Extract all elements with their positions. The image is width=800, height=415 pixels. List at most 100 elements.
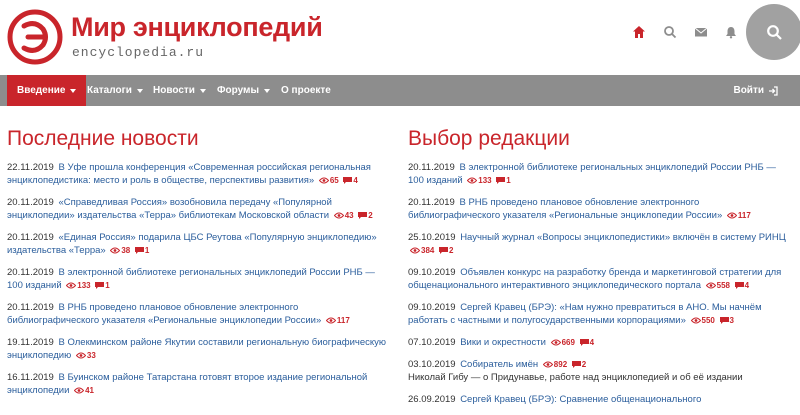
site-header: Мир энциклопедий encyclopedia.ru (0, 0, 800, 75)
news-date: 26.09.2019 (408, 394, 456, 405)
news-item: 20.11.2019 В электронной библиотеке реги… (408, 161, 793, 187)
search-button[interactable] (746, 4, 800, 60)
news-item: 03.10.2019 Собиратель имён 892 2 Николай … (408, 358, 793, 384)
news-link[interactable]: «Справедливая Россия» возобновила переда… (7, 197, 332, 221)
comment-icon (95, 282, 105, 289)
news-link[interactable]: В Олекминском районе Якутии составили ре… (7, 337, 386, 361)
comment-count: 2 (358, 211, 373, 220)
nav-item-label: Каталоги (87, 85, 132, 96)
news-link[interactable]: «Единая Россия» подарила ЦБС Реутова «По… (7, 232, 377, 256)
news-item: 26.09.2019 Сергей Кравец (БРЭ): Сравнени… (408, 393, 793, 406)
news-item: 22.11.2019 В Уфе прошла конференция «Сов… (7, 161, 392, 187)
comment-count: 3 (719, 316, 734, 325)
editors-choice-title: Выбор редакции (408, 127, 570, 150)
view-count: 117 (325, 316, 350, 325)
news-date: 20.11.2019 (7, 197, 54, 208)
view-count: 38 (110, 246, 130, 255)
nav-item-catalogs[interactable]: Каталоги (87, 75, 143, 106)
editors-choice-list: 20.11.2019 В электронной библиотеке реги… (408, 161, 793, 406)
home-icon[interactable] (629, 22, 649, 42)
chevron-down-icon (199, 88, 206, 93)
news-item: 25.10.2019 Научный журнал «Вопросы энцик… (408, 231, 793, 257)
news-date: 07.10.2019 (408, 337, 456, 348)
news-item: 16.11.2019 В Буинском районе Татарстана … (7, 371, 392, 397)
latest-news-title: Последние новости (7, 127, 199, 150)
news-item: 19.11.2019 В Олекминском районе Якутии с… (7, 336, 392, 362)
nav-item-intro[interactable]: Введение (7, 75, 87, 106)
news-item: 09.10.2019 Сергей Кравец (БРЭ): «Нам нуж… (408, 301, 793, 327)
eye-icon (333, 212, 344, 219)
comment-count: 4 (343, 176, 358, 185)
news-item: 09.10.2019 Объявлен конкурс на разработк… (408, 266, 793, 292)
login-icon (769, 85, 778, 96)
login-button[interactable]: Войти (733, 75, 778, 106)
eye-icon (410, 247, 420, 254)
eye-icon (690, 317, 701, 324)
latest-news-section: Последние новости 22.11.2019 В Уфе прошл… (7, 106, 392, 406)
eye-icon (726, 212, 737, 219)
logo-icon[interactable] (7, 9, 63, 65)
view-count: 65 (318, 176, 339, 185)
view-count: 133 (66, 281, 91, 290)
bell-icon[interactable] (721, 22, 741, 42)
eye-icon (542, 361, 553, 368)
news-item: 07.10.2019 Вики и окрестности 669 4 (408, 336, 793, 349)
news-link[interactable]: Научный журнал «Вопросы энциклопедистики… (460, 232, 786, 243)
nav-item-label: Введение (17, 85, 66, 96)
nav-item-forums[interactable]: Форумы (217, 75, 270, 106)
editors-choice-section: Выбор редакции 20.11.2019 В электронной … (408, 106, 793, 415)
news-date: 20.11.2019 (408, 197, 455, 208)
comment-count: 1 (134, 246, 149, 255)
news-date: 09.10.2019 (408, 302, 456, 313)
news-date: 20.11.2019 (7, 232, 54, 243)
news-date: 25.10.2019 (408, 232, 456, 243)
login-label: Войти (733, 85, 764, 96)
news-link[interactable]: Вики и окрестности (460, 337, 546, 348)
comment-icon (134, 247, 144, 254)
news-link[interactable]: Собиратель имён (460, 359, 538, 370)
eye-icon (325, 317, 336, 324)
eye-icon (66, 282, 77, 289)
view-count: 892 (542, 360, 567, 369)
search-icon[interactable] (660, 22, 680, 42)
comment-count: 2 (439, 246, 453, 255)
chevron-down-icon (264, 88, 270, 93)
site-domain: encyclopedia.ru (72, 45, 205, 60)
news-link[interactable]: В Буинском районе Татарстана готовят вто… (7, 372, 367, 396)
nav-item-label: О проекте (281, 85, 331, 96)
comment-icon (719, 317, 729, 324)
view-count: 133 (467, 176, 492, 185)
comment-count: 1 (95, 281, 110, 290)
news-link[interactable]: Сергей Кравец (БРЭ): Сравнение общенацио… (460, 394, 701, 405)
comment-icon (343, 177, 353, 184)
news-item: 20.11.2019 В РНБ проведено плановое обно… (408, 196, 793, 222)
news-link[interactable]: В электронной библиотеке региональных эн… (7, 267, 375, 291)
news-link[interactable]: В РНБ проведено плановое обновление элек… (7, 302, 321, 326)
news-item: 20.11.2019 В РНБ проведено плановое обно… (7, 301, 392, 327)
comment-icon (579, 339, 589, 346)
news-date: 20.11.2019 (7, 267, 54, 278)
latest-news-list: 22.11.2019 В Уфе прошла конференция «Сов… (7, 161, 392, 397)
view-count: 558 (705, 281, 730, 290)
news-link[interactable]: В РНБ проведено плановое обновление элек… (408, 197, 722, 221)
eye-icon (705, 282, 716, 289)
mail-icon[interactable] (691, 22, 711, 42)
chevron-down-icon (136, 88, 143, 93)
news-link[interactable]: В Уфе прошла конференция «Современная ро… (7, 162, 371, 186)
news-date: 20.11.2019 (408, 162, 455, 173)
nav-item-about[interactable]: О проекте (281, 75, 331, 106)
eye-icon (74, 387, 85, 394)
comment-icon (439, 247, 448, 254)
news-link[interactable]: В электронной библиотеке региональных эн… (408, 162, 776, 186)
nav-item-label: Форумы (217, 85, 259, 96)
view-count: 550 (690, 316, 715, 325)
nav-item-news[interactable]: Новости (153, 75, 206, 106)
news-date: 03.10.2019 (408, 359, 456, 370)
news-item: 20.11.2019 «Справедливая Россия» возобно… (7, 196, 392, 222)
main-navbar: Введение Каталоги Новости Форумы О проек… (0, 75, 800, 106)
nav-item-label: Новости (153, 85, 195, 96)
site-title[interactable]: Мир энциклопедий (71, 12, 323, 43)
eye-icon (467, 177, 478, 184)
comment-count: 4 (734, 281, 749, 290)
news-date: 16.11.2019 (7, 372, 54, 383)
